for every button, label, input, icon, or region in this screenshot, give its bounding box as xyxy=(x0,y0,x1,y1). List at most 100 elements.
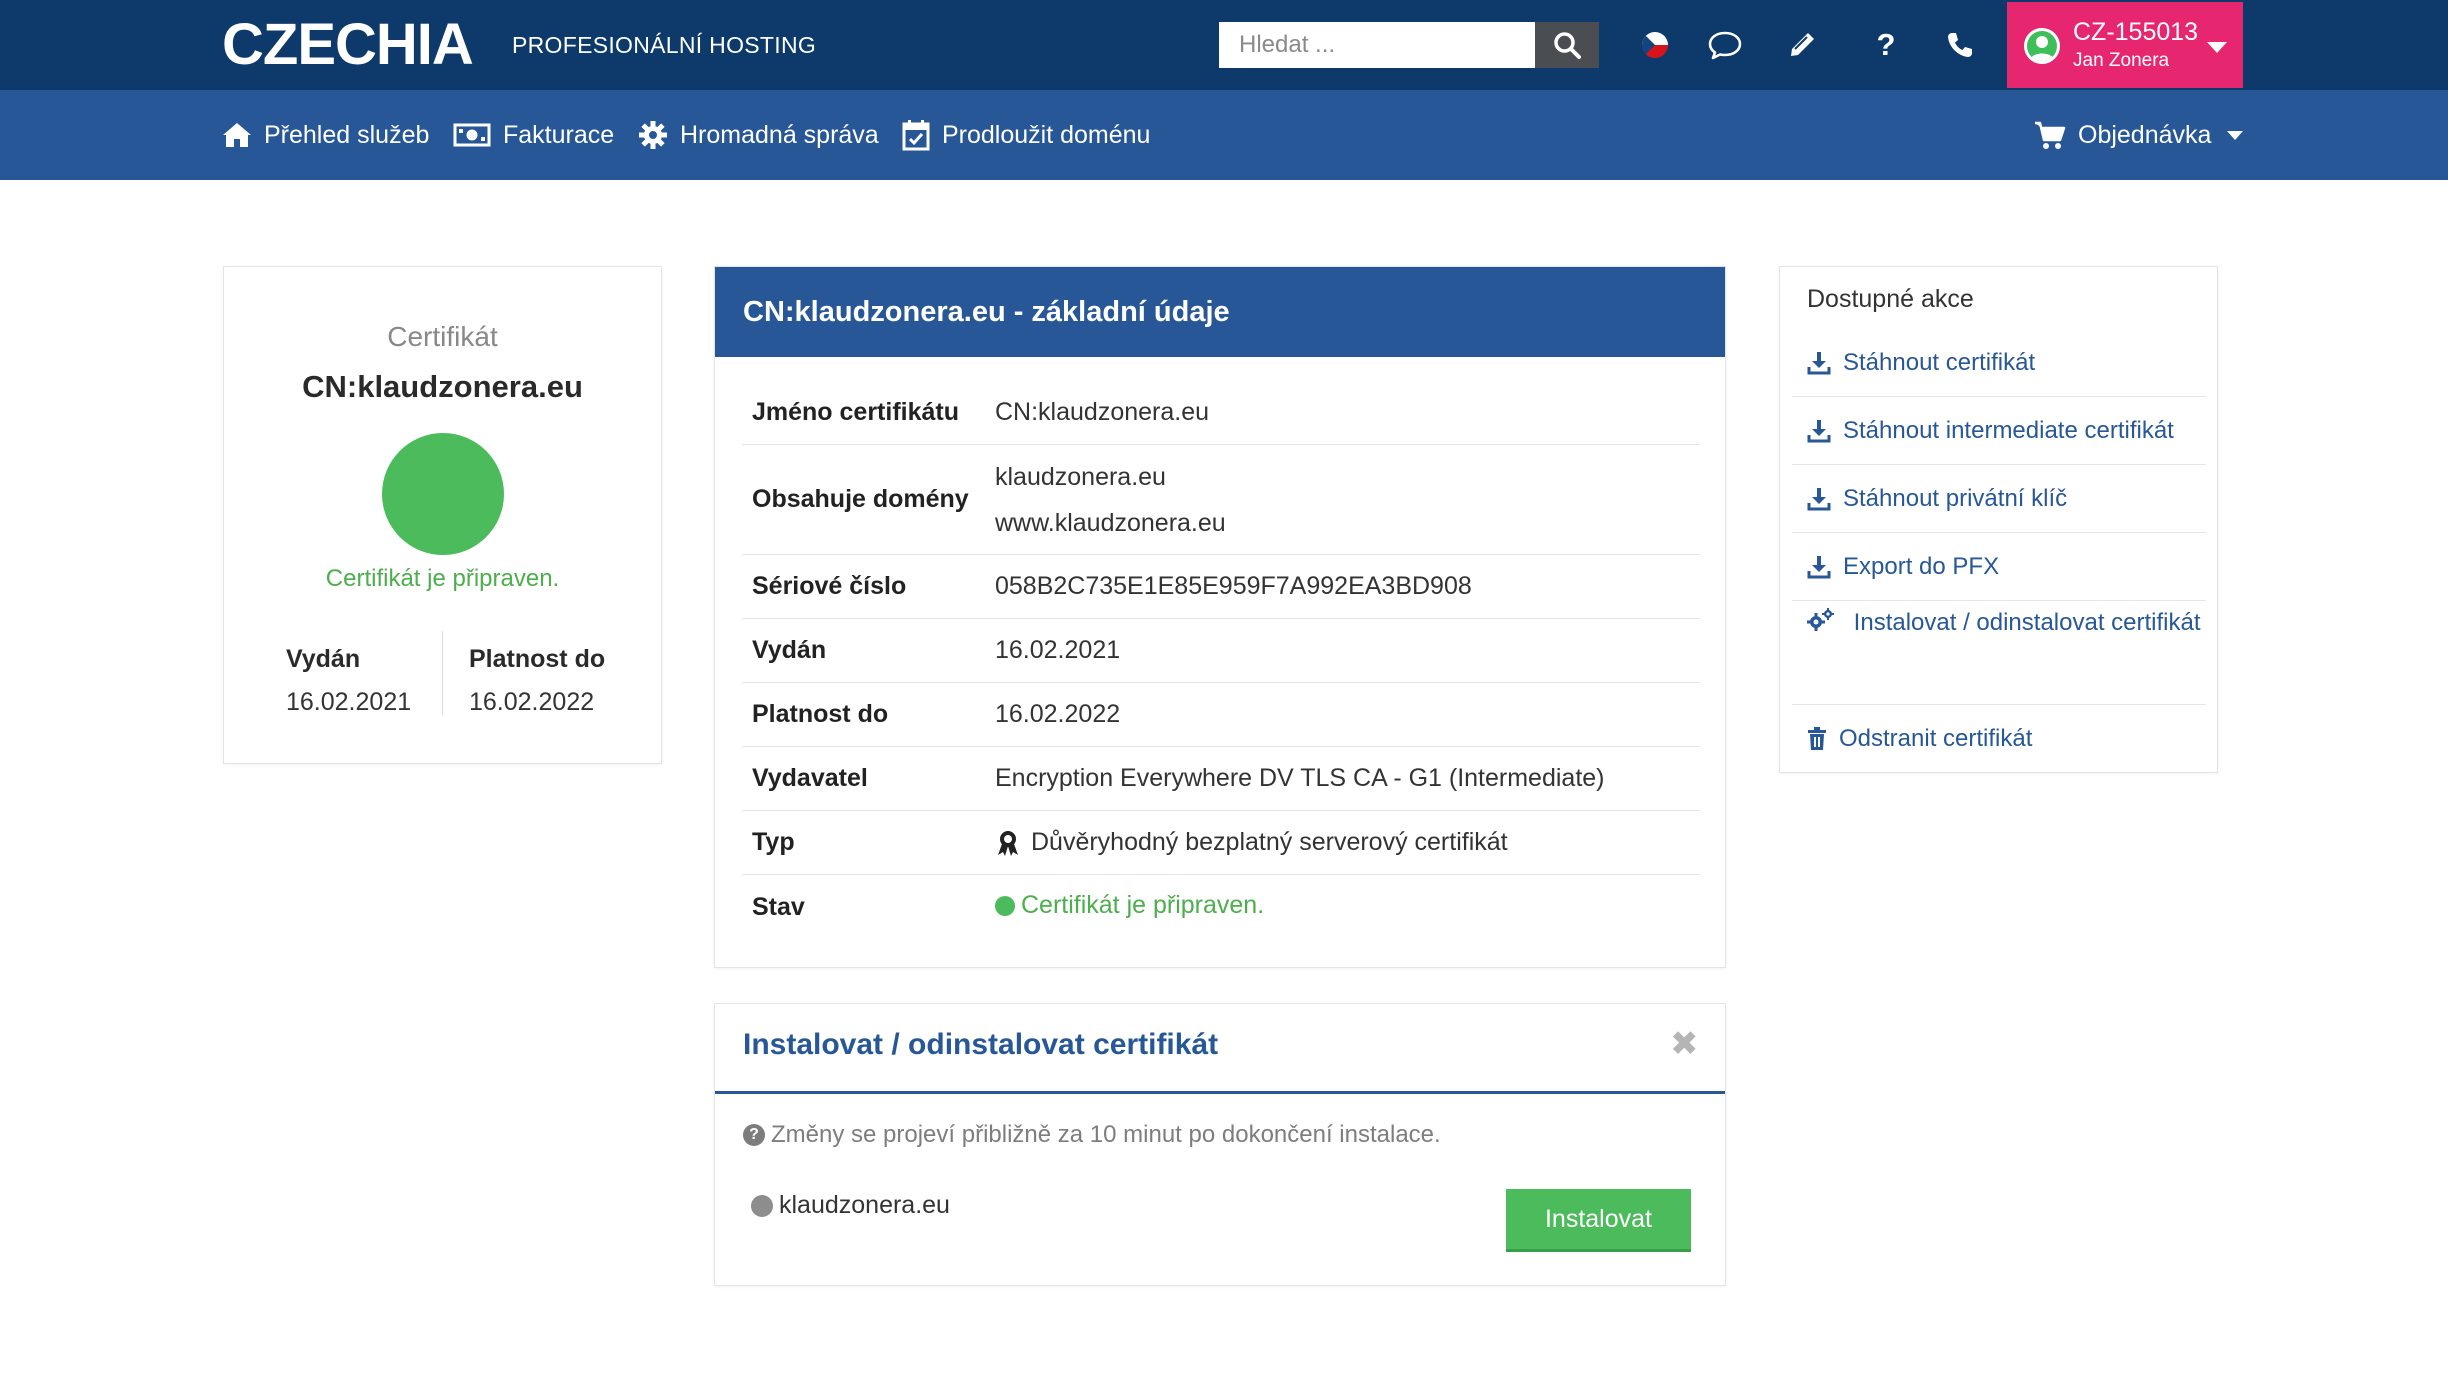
account-menu[interactable]: CZ-155013 Jan Zonera xyxy=(2007,2,2243,88)
detail-row: Vydán 16.02.2021 xyxy=(742,619,1700,683)
action-label: Stáhnout intermediate certifikát xyxy=(1843,416,2174,444)
summary-valid: Platnost do 16.02.2022 xyxy=(469,645,605,717)
issued-label: Vydán xyxy=(286,645,361,673)
action-label: Stáhnout certifikát xyxy=(1843,348,2036,376)
detail-key: Vydavatel xyxy=(752,764,868,792)
order-menu[interactable]: Objednávka xyxy=(2034,90,2244,180)
divider xyxy=(442,631,443,715)
install-button[interactable]: Instalovat xyxy=(1506,1189,1691,1252)
action-download-certificate[interactable]: Stáhnout certifikát xyxy=(1792,329,2206,397)
search-icon xyxy=(1554,32,1581,59)
detail-value: klaudzonera.eu www.klaudzonera.eu xyxy=(995,454,1700,546)
phone-button[interactable] xyxy=(1942,27,1978,63)
nav-item-services[interactable]: Přehled služeb xyxy=(222,90,429,180)
status-badge: Certifikát je připraven. xyxy=(995,891,1264,920)
user-avatar-icon xyxy=(2024,28,2060,64)
action-export-pfx[interactable]: Export do PFX xyxy=(1792,533,2206,601)
download-icon xyxy=(1807,487,1831,510)
search-input[interactable] xyxy=(1219,22,1535,68)
action-download-private-key[interactable]: Stáhnout privátní klíč xyxy=(1792,465,2206,533)
certificate-details-card: CN:klaudzonera.eu - základní údaje Jméno… xyxy=(714,266,1726,968)
account-name: Jan Zonera xyxy=(2073,50,2170,71)
available-actions-card: Dostupné akce Stáhnout certifikát Stáhno… xyxy=(1779,266,2218,773)
main-nav: Přehled služeb Fakturace Hromadná správa… xyxy=(0,90,2448,180)
top-bar: CZECHIA PROFESIONÁLNÍ HOSTING ? xyxy=(0,0,2448,90)
detail-value: 16.02.2021 xyxy=(995,636,1121,664)
detail-key: Sériové číslo xyxy=(752,572,907,600)
logo[interactable]: CZECHIA xyxy=(222,14,474,76)
nav-item-bulk-management[interactable]: Hromadná správa xyxy=(638,90,879,180)
summary-issued: Vydán 16.02.2021 xyxy=(286,645,411,717)
summary-status: Certifikát je připraven. xyxy=(325,565,560,592)
account-code: CZ-155013 xyxy=(2073,18,2199,46)
download-icon xyxy=(1807,419,1831,442)
nav-item-renew-domain[interactable]: Prodloužit doménu xyxy=(902,90,1150,180)
detail-key: Obsahuje domény xyxy=(752,485,969,513)
valid-value: 16.02.2022 xyxy=(469,688,595,716)
close-icon[interactable]: ✖ xyxy=(1670,1024,1699,1064)
award-icon xyxy=(998,830,1018,856)
help-button[interactable]: ? xyxy=(1868,27,1904,63)
nav-item-label: Hromadná správa xyxy=(680,120,879,149)
detail-key: Jméno certifikátu xyxy=(752,398,960,426)
detail-row: Jméno certifikátu CN:klaudzonera.eu xyxy=(742,381,1700,445)
install-certificate-panel: Instalovat / odinstalovat certifikát ✖ ?… xyxy=(714,1003,1726,1286)
chevron-down-icon xyxy=(2207,42,2227,53)
order-label: Objednávka xyxy=(2078,120,2212,149)
summary-common-name: CN:klaudzonera.eu xyxy=(302,369,583,404)
pencil-icon xyxy=(1791,33,1814,56)
certificate-summary-card: Certifikát CN:klaudzonera.eu Certifikát … xyxy=(223,266,662,764)
actions-title: Dostupné akce xyxy=(1807,285,1974,313)
summary-label: Certifikát xyxy=(387,321,498,352)
cart-icon xyxy=(2035,121,2066,149)
action-install-uninstall[interactable]: Instalovat / odinstalovat certifikát xyxy=(1792,601,2206,705)
detail-row: Sériové číslo 058B2C735E1E85E959F7A992EA… xyxy=(742,555,1700,619)
action-label: Instalovat / odinstalovat certifikát xyxy=(1853,609,2201,636)
detail-value: Encryption Everywhere DV TLS CA - G1 (In… xyxy=(995,764,1605,792)
detail-value: 16.02.2022 xyxy=(995,700,1121,728)
detail-row: Vydavatel Encryption Everywhere DV TLS C… xyxy=(742,747,1700,811)
help-icon: ? xyxy=(1876,27,1896,62)
issued-value: 16.02.2021 xyxy=(286,688,412,716)
detail-row: Obsahuje domény klaudzonera.eu www.klaud… xyxy=(742,445,1700,555)
divider xyxy=(715,1091,1725,1094)
install-help-text: ? Změny se projeví přibližně za 10 minut… xyxy=(743,1121,1441,1149)
install-domain: klaudzonera.eu xyxy=(751,1191,950,1220)
detail-key: Typ xyxy=(752,828,795,856)
download-icon xyxy=(1807,555,1831,578)
nav-item-billing[interactable]: Fakturace xyxy=(453,90,614,180)
help-text: Změny se projeví přibližně za 10 minut p… xyxy=(771,1121,1441,1148)
gears-icon xyxy=(1807,608,1834,631)
valid-label: Platnost do xyxy=(469,645,606,673)
home-icon xyxy=(223,123,251,147)
detail-value: Důvěryhodný bezplatný serverový certifik… xyxy=(995,828,1700,857)
detail-row: Stav Certifikát je připraven. xyxy=(742,875,1700,939)
install-title: Instalovat / odinstalovat certifikát xyxy=(743,1028,1219,1061)
action-label: Odstranit certifikát xyxy=(1839,725,2033,752)
trash-icon xyxy=(1808,727,1826,750)
action-delete-certificate[interactable]: Odstranit certifikát xyxy=(1792,705,2206,773)
nav-item-label: Prodloužit doménu xyxy=(942,120,1151,149)
action-label: Export do PFX xyxy=(1843,552,2000,580)
detail-value: CN:klaudzonera.eu xyxy=(995,398,1210,426)
action-download-intermediate[interactable]: Stáhnout intermediate certifikát xyxy=(1792,397,2206,465)
czech-flag-icon xyxy=(1642,32,1668,58)
phone-icon xyxy=(1948,33,1972,57)
nav-item-label: Přehled služeb xyxy=(264,120,430,149)
domain-item: klaudzonera.eu xyxy=(995,462,1166,491)
detail-key: Platnost do xyxy=(752,700,889,728)
question-circle-icon: ? xyxy=(743,1124,765,1146)
language-button[interactable] xyxy=(1637,27,1673,63)
detail-value: Certifikát je připraven. xyxy=(995,891,1700,923)
download-icon xyxy=(1807,351,1831,374)
details-title: CN:klaudzonera.eu - základní údaje xyxy=(715,267,1725,357)
search-button[interactable] xyxy=(1535,22,1599,68)
edit-button[interactable] xyxy=(1784,27,1820,63)
detail-row: Typ Důvěryhodný bezplatný serverový cert… xyxy=(742,811,1700,875)
tagline: PROFESIONÁLNÍ HOSTING xyxy=(512,32,817,58)
nav-item-label: Fakturace xyxy=(503,120,615,149)
chat-button[interactable] xyxy=(1707,27,1743,63)
domain-item: www.klaudzonera.eu xyxy=(995,508,1226,537)
chat-icon xyxy=(1708,31,1742,60)
gear-icon xyxy=(639,121,667,149)
